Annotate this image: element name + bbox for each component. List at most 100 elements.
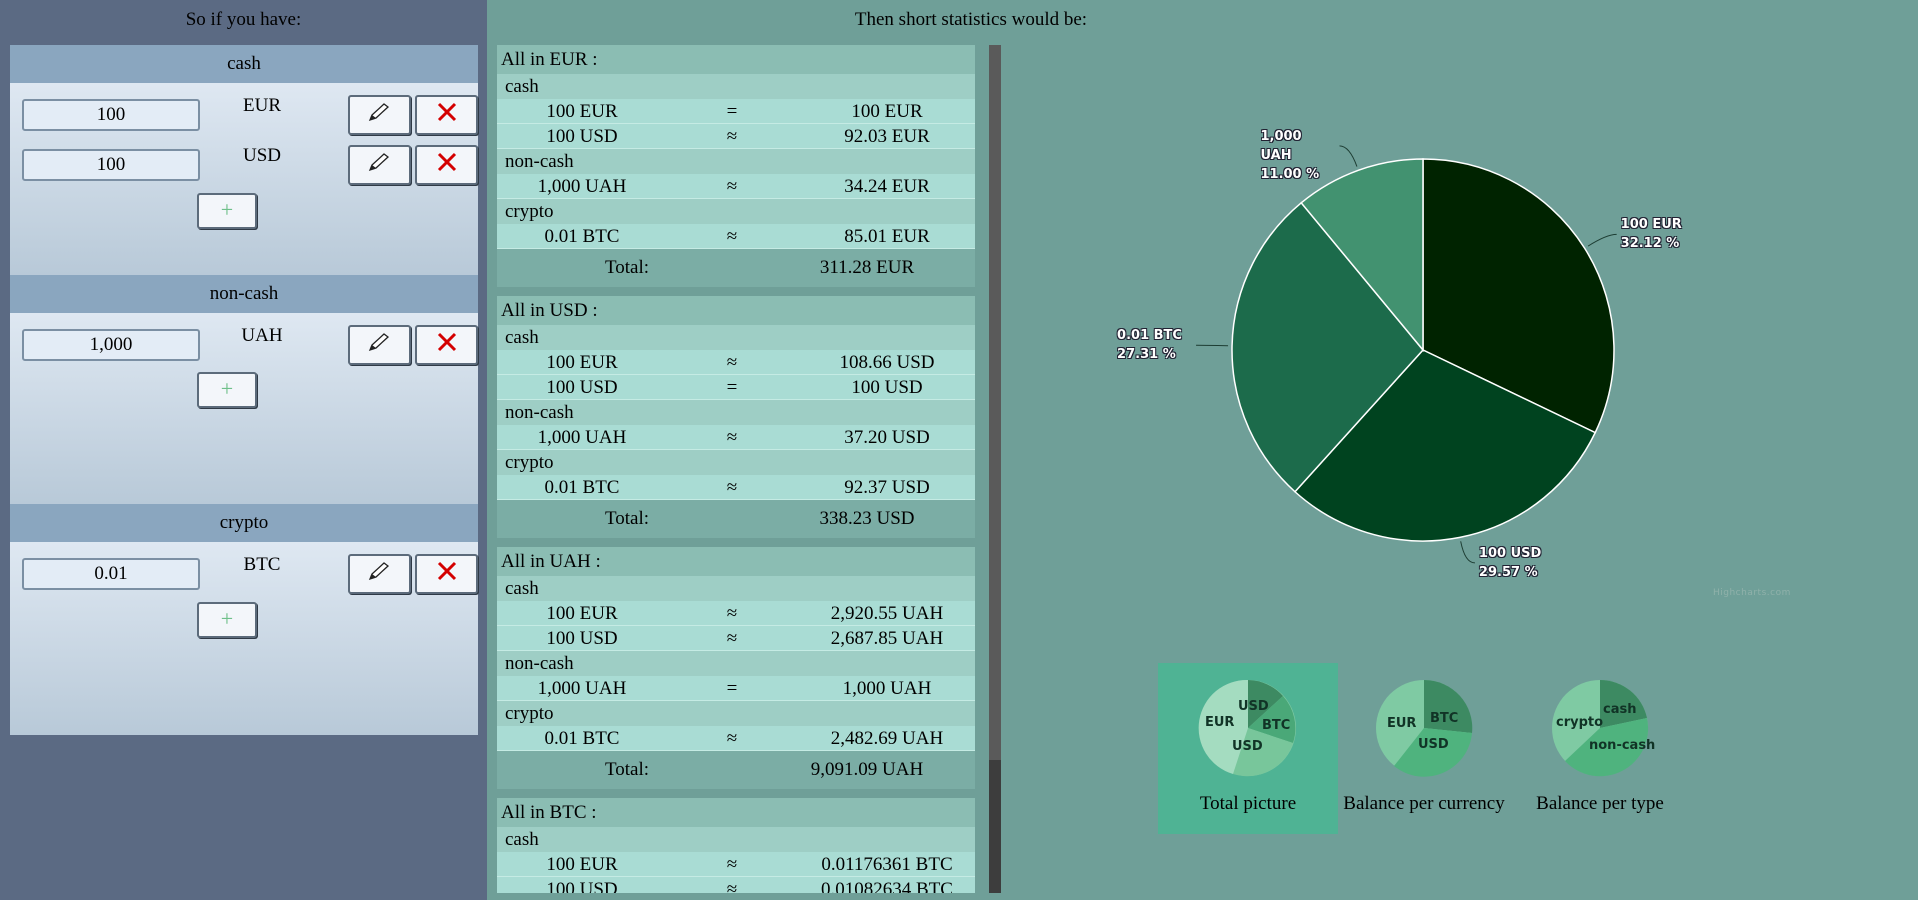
total-value: 9,091.09 UAH: [810, 759, 924, 780]
conversion-operator: ≈: [726, 603, 738, 624]
stats-block: All in UAH : cash 100 EUR ≈2,920.55 UAH 100 …: [497, 547, 975, 789]
scrollbar-thumb[interactable]: [989, 760, 1001, 893]
conversion-operator: ≈: [726, 879, 738, 893]
mini-pie-label: USD: [1418, 737, 1449, 752]
stats-category: non-cash: [497, 400, 975, 425]
mini-pie-label: USD: [1232, 739, 1263, 754]
stats-category: cash: [497, 576, 975, 601]
delete-button[interactable]: [415, 325, 478, 365]
source-amount: 1,000 UAH: [537, 427, 627, 448]
input-panel: So if you have: cash 100 EUR 100 USD + n…: [0, 0, 487, 900]
thumb-total-picture[interactable]: USD EUR BTC USD Total picture: [1158, 663, 1338, 834]
delete-button[interactable]: [415, 554, 478, 594]
converted-amount: 34.24 EUR: [844, 176, 930, 197]
conversion-operator: ≈: [726, 477, 738, 498]
pie-connector: [1339, 145, 1358, 167]
close-icon: [437, 102, 457, 128]
stats-block: All in EUR : cash 100 EUR = 100 EUR 100 USD ≈9…: [497, 45, 975, 287]
group-title: non-cash: [10, 275, 478, 313]
add-button[interactable]: +: [197, 372, 257, 408]
amount-field[interactable]: 1,000: [22, 329, 200, 361]
asset-row: 100 EUR: [22, 95, 478, 135]
pencil-icon: [368, 561, 392, 587]
converted-amount: 92.03 EUR: [844, 126, 930, 147]
conversion-row: 100 EUR ≈108.66 USD: [497, 350, 975, 375]
conversion-operator: =: [726, 377, 738, 398]
conversion-operator: ≈: [726, 728, 738, 749]
stats-block: All in USD : cash 100 EUR ≈108.66 USD 100 US…: [497, 296, 975, 538]
stats-block-title: All in UAH :: [497, 547, 975, 576]
edit-button[interactable]: [348, 325, 411, 365]
edit-button[interactable]: [348, 95, 411, 135]
edit-button[interactable]: [348, 554, 411, 594]
stats-title: Then short statistics would be:: [854, 9, 1088, 30]
input-panel-title: So if you have:: [185, 9, 302, 30]
stats-list[interactable]: All in EUR : cash 100 EUR = 100 EUR 100 USD ≈9…: [497, 45, 975, 893]
mini-pie-label: USD: [1238, 699, 1269, 714]
pie-label-name: 0.01 BTC: [1117, 328, 1182, 344]
mini-pie-label: crypto: [1556, 715, 1604, 730]
converted-amount: 92.37 USD: [844, 477, 930, 498]
conversion-row: 1,000 UAH ≈34.24 EUR: [497, 174, 975, 199]
converted-amount: 0.01176361 BTC: [821, 854, 953, 875]
stats-category: cash: [497, 827, 975, 852]
stats-category: crypto: [497, 199, 975, 224]
pie-label-name: 100 EUR: [1620, 217, 1682, 233]
amount-field[interactable]: 0.01: [22, 558, 200, 590]
stats-category: cash: [497, 74, 975, 99]
converted-amount: 2,920.55 UAH: [830, 603, 944, 624]
source-amount: 100 EUR: [546, 603, 618, 624]
thumb-caption: Total picture: [1199, 793, 1297, 814]
thumb-balance-per-currency[interactable]: BTC EUR USD Balance per currency: [1334, 663, 1514, 834]
pie-data-label: 0.01 BTC 27.31 %: [1117, 326, 1192, 364]
amount-field[interactable]: 100: [22, 149, 200, 181]
stats-category: non-cash: [497, 651, 975, 676]
total-row: Total: 338.23 USD: [497, 500, 975, 538]
add-button[interactable]: +: [197, 193, 257, 229]
conversion-operator: ≈: [726, 854, 738, 875]
source-amount: 100 USD: [546, 377, 618, 398]
mini-pie-label: BTC: [1430, 711, 1459, 726]
mini-pie-label: EUR: [1387, 716, 1417, 731]
asset-row: 100 USD: [22, 145, 478, 185]
conversion-operator: ≈: [726, 628, 738, 649]
group-non-cash: non-cash 1,000 UAH +: [10, 275, 478, 504]
delete-button[interactable]: [415, 145, 478, 185]
conversion-operator: ≈: [726, 427, 738, 448]
conversion-row: 100 EUR ≈0.01176361 BTC: [497, 852, 975, 877]
conversion-operator: ≈: [726, 226, 738, 247]
pencil-icon: [368, 102, 392, 128]
close-icon: [437, 332, 457, 358]
mini-pie-label: non-cash: [1589, 738, 1656, 753]
close-icon: [437, 152, 457, 178]
total-label: Total:: [604, 759, 650, 780]
converted-amount: 100 USD: [851, 377, 923, 398]
converted-amount: 2,482.69 UAH: [830, 728, 944, 749]
amount-field[interactable]: 100: [22, 99, 200, 131]
converted-amount: 100 EUR: [851, 101, 923, 122]
add-button[interactable]: +: [197, 602, 257, 638]
group-crypto: crypto 0.01 BTC +: [10, 504, 478, 735]
conversion-row: 1,000 UAH ≈37.20 USD: [497, 425, 975, 450]
pencil-icon: [368, 152, 392, 178]
pie-data-label: 1,000 UAH 11.00 %: [1260, 127, 1335, 184]
source-amount: 100 EUR: [546, 854, 618, 875]
pie-label-name: 1,000 UAH: [1260, 128, 1302, 163]
source-amount: 0.01 BTC: [544, 728, 620, 749]
delete-button[interactable]: [415, 95, 478, 135]
total-label: Total:: [604, 508, 650, 529]
mini-pie-label: cash: [1603, 702, 1637, 717]
conversion-row: 100 USD ≈92.03 EUR: [497, 124, 975, 149]
highcharts-credit[interactable]: Highcharts.com: [1713, 588, 1791, 598]
conversion-row: 100 EUR = 100 EUR: [497, 99, 975, 124]
stats-block: All in BTC : cash 100 EUR ≈0.01176361 BTC 10…: [497, 798, 975, 893]
edit-button[interactable]: [348, 145, 411, 185]
thumb-balance-per-type[interactable]: cash crypto non-cash Balance per type: [1510, 663, 1690, 834]
pie-label-percent: 29.57 %: [1478, 564, 1538, 580]
stats-category: crypto: [497, 450, 975, 475]
pencil-icon: [368, 332, 392, 358]
source-amount: 0.01 BTC: [544, 477, 620, 498]
close-icon: [437, 561, 457, 587]
asset-row: 0.01 BTC: [22, 554, 478, 594]
pie-data-label: 100 EUR 32.12 %: [1621, 215, 1682, 253]
